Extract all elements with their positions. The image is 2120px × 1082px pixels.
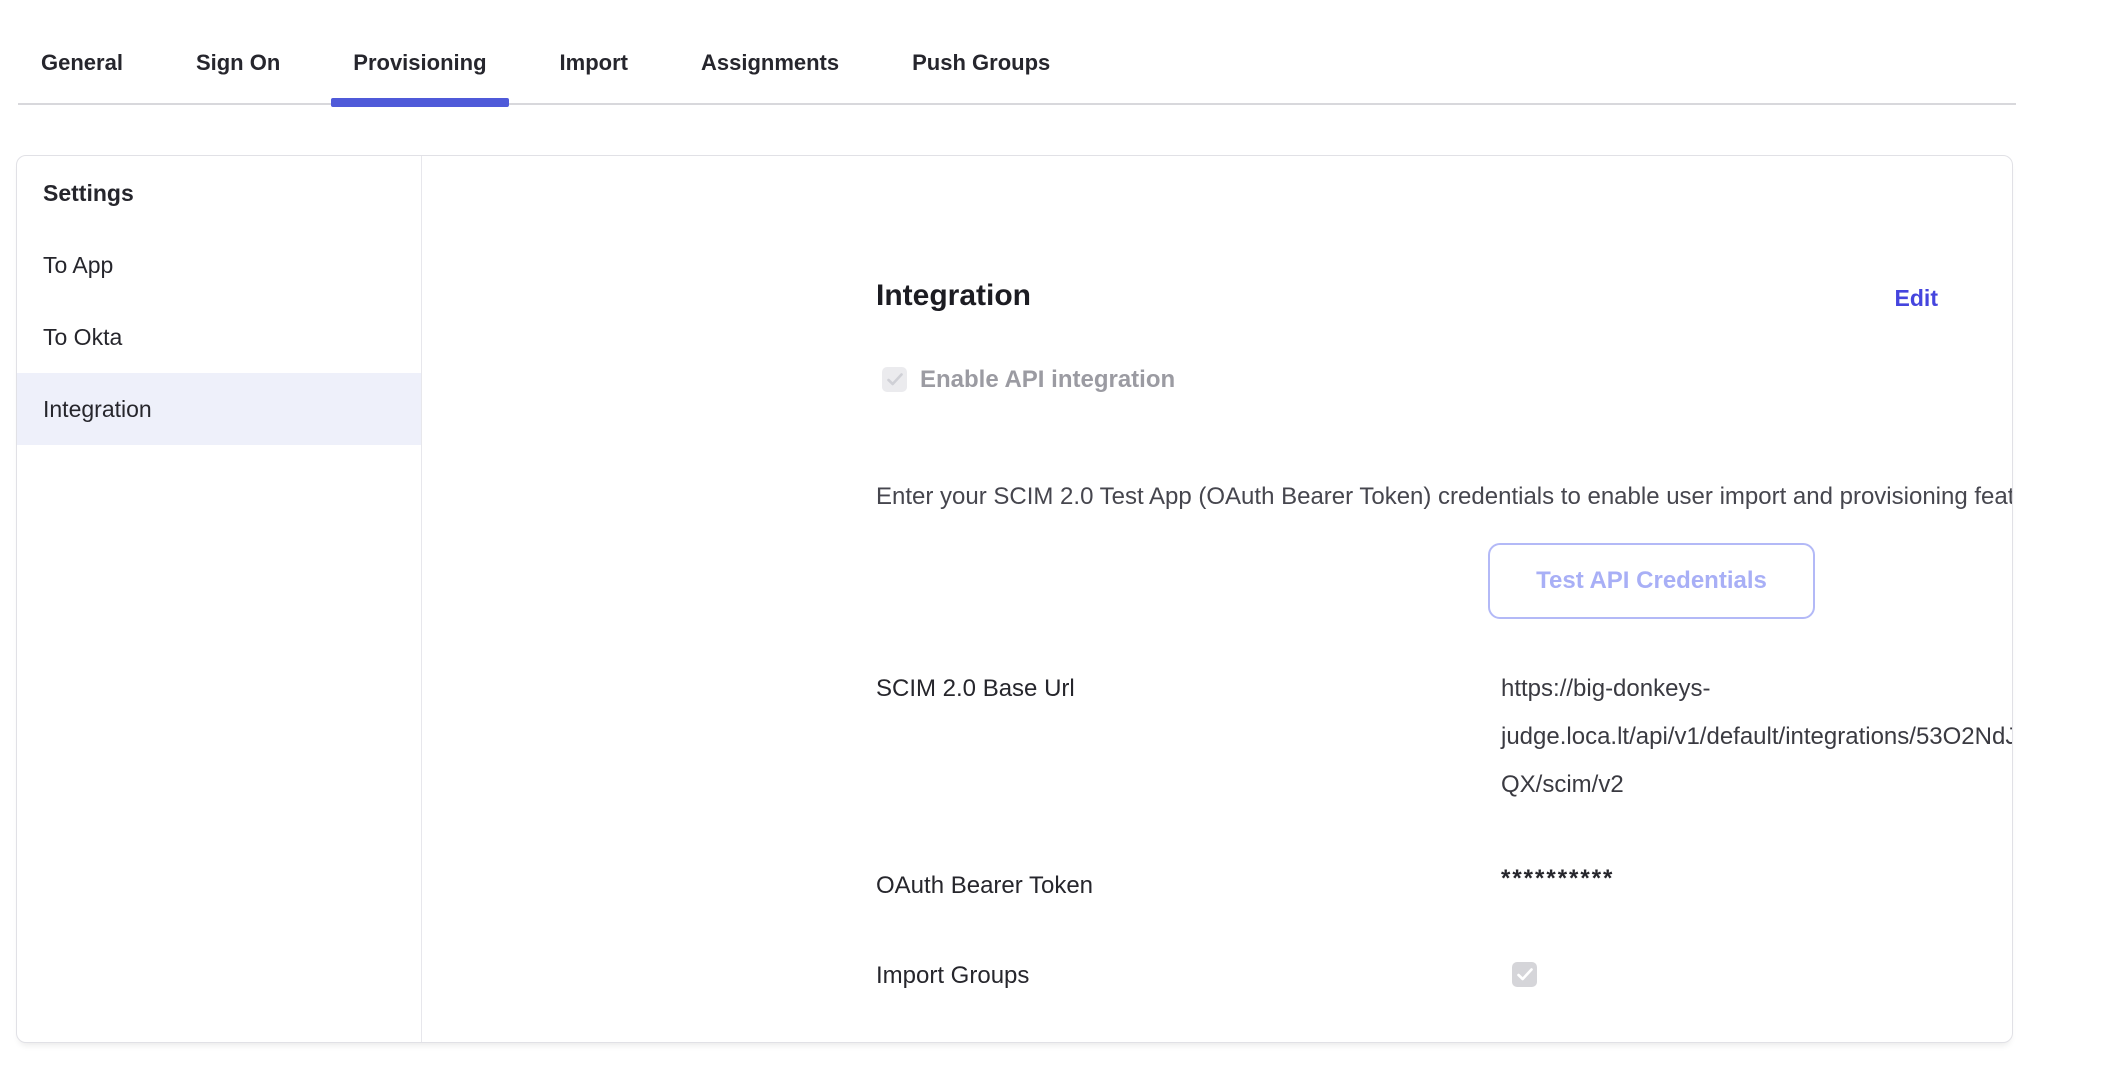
sidebar-heading-label: Settings xyxy=(43,180,134,207)
enable-api-row: Enable API integration xyxy=(882,367,1175,392)
credentials-description: Enter your SCIM 2.0 Test App (OAuth Bear… xyxy=(876,480,2013,514)
panel-title: Integration xyxy=(876,275,1031,317)
sidebar-heading: Settings xyxy=(17,157,421,229)
tab-label: Push Groups xyxy=(912,50,1050,75)
field-label-import-groups: Import Groups xyxy=(876,959,1029,992)
tab-import[interactable]: Import xyxy=(538,40,650,107)
url-line: QX/scim/v2 xyxy=(1501,761,2013,809)
import-groups-checkbox[interactable] xyxy=(1512,962,1537,987)
sidebar-item-label: To App xyxy=(43,252,113,279)
settings-sidebar: Settings To App To Okta Integration xyxy=(17,156,422,1042)
integration-panel: Integration Edit Enable API integration … xyxy=(422,156,2012,1042)
test-api-credentials-button[interactable]: Test API Credentials xyxy=(1488,543,1815,619)
enable-api-checkbox[interactable] xyxy=(882,367,907,392)
provisioning-settings-card: Settings To App To Okta Integration Inte… xyxy=(16,155,2013,1043)
sidebar-item-to-okta[interactable]: To Okta xyxy=(17,301,421,373)
tab-sign-on[interactable]: Sign On xyxy=(174,40,302,107)
tab-provisioning[interactable]: Provisioning xyxy=(331,40,508,107)
tab-assignments[interactable]: Assignments xyxy=(679,40,861,107)
checkmark-icon xyxy=(1517,968,1533,981)
url-line: https://big-donkeys- xyxy=(1501,665,2013,713)
sidebar-item-label: Integration xyxy=(43,396,152,423)
edit-link[interactable]: Edit xyxy=(1895,282,1938,314)
sidebar-item-to-app[interactable]: To App xyxy=(17,229,421,301)
field-label-scim-base-url: SCIM 2.0 Base Url xyxy=(876,672,1075,705)
app-tabbar: General Sign On Provisioning Import Assi… xyxy=(19,40,1072,107)
active-tab-underline xyxy=(331,98,508,107)
scim-base-url-value: https://big-donkeys- judge.loca.lt/api/v… xyxy=(1501,665,2013,809)
sidebar-item-integration[interactable]: Integration xyxy=(17,373,421,445)
sidebar-item-label: To Okta xyxy=(43,324,122,351)
field-label-oauth-bearer-token: OAuth Bearer Token xyxy=(876,869,1093,902)
tab-label: General xyxy=(41,50,123,75)
tab-label: Sign On xyxy=(196,50,280,75)
tab-general[interactable]: General xyxy=(19,40,145,107)
enable-api-label: Enable API integration xyxy=(920,367,1175,392)
oauth-bearer-token-value: ********** xyxy=(1501,862,1614,895)
tab-label: Assignments xyxy=(701,50,839,75)
tab-label: Import xyxy=(560,50,628,75)
tab-push-groups[interactable]: Push Groups xyxy=(890,40,1072,107)
checkmark-icon xyxy=(887,373,903,386)
url-line: judge.loca.lt/api/v1/default/integration… xyxy=(1501,713,2013,761)
tab-label: Provisioning xyxy=(353,50,486,75)
